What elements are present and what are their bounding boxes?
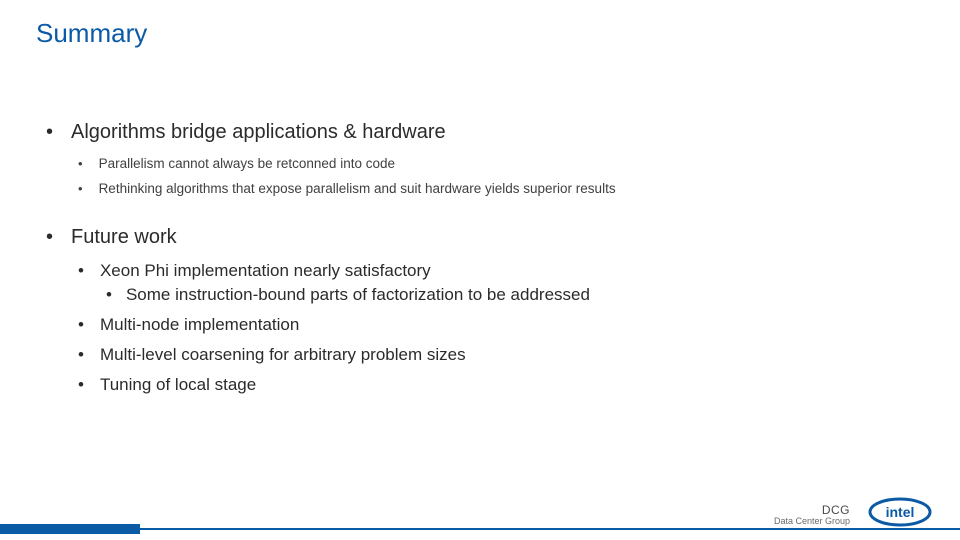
bullet-list-level2: • Parallelism cannot always be retconned…: [46, 156, 924, 196]
point-label: Algorithms bridge applications & hardwar…: [71, 121, 446, 144]
slide-title: Summary: [36, 18, 924, 49]
footer-accent-bar: [0, 524, 140, 534]
bullet-dot: •: [78, 181, 83, 196]
slide: Summary • Algorithms bridge applications…: [0, 0, 960, 540]
subpoint: • Xeon Phi implementation nearly satisfa…: [78, 261, 924, 305]
subpoint-label: Multi-node implementation: [100, 315, 299, 335]
footer-fullname: Data Center Group: [774, 517, 850, 526]
spacer: [46, 206, 924, 220]
bullet-dot: •: [78, 315, 84, 335]
footer: DCG Data Center Group intel: [0, 506, 960, 540]
subpoint: • Rethinking algorithms that expose para…: [78, 181, 924, 196]
point-label: Future work: [71, 226, 177, 249]
subsubpoint: • Some instruction-bound parts of factor…: [106, 285, 924, 305]
bullet-dot: •: [106, 285, 112, 305]
subpoint: • Multi-level coarsening for arbitrary p…: [78, 345, 924, 365]
intel-logo-icon: intel: [868, 496, 932, 528]
footer-group-label: DCG Data Center Group: [774, 504, 850, 526]
subpoint-label: Xeon Phi implementation nearly satisfact…: [100, 261, 431, 281]
subsubpoint-label: Some instruction-bound parts of factoriz…: [126, 285, 590, 305]
footer-divider-line: [140, 528, 960, 530]
bullet-dot: •: [78, 156, 83, 171]
subpoint-label: Multi-level coarsening for arbitrary pro…: [100, 345, 466, 365]
bullet-list-level2: • Xeon Phi implementation nearly satisfa…: [46, 261, 924, 395]
bullet-list-level3: • Some instruction-bound parts of factor…: [78, 285, 924, 305]
subpoint-label: Tuning of local stage: [100, 375, 256, 395]
bullet-dot: •: [78, 375, 84, 395]
subpoint: • Parallelism cannot always be retconned…: [78, 156, 924, 171]
bullet-list-level1: • Algorithms bridge applications & hardw…: [36, 121, 924, 395]
subpoint: • Tuning of local stage: [78, 375, 924, 395]
logo-text: intel: [886, 504, 915, 520]
footer-acronym: DCG: [774, 504, 850, 517]
bullet-dot: •: [78, 345, 84, 365]
subpoint-label: Rethinking algorithms that expose parall…: [99, 181, 616, 196]
bullet-dot: •: [46, 121, 53, 144]
point-algorithms: • Algorithms bridge applications & hardw…: [46, 121, 924, 196]
subpoint: • Multi-node implementation: [78, 315, 924, 335]
bullet-dot: •: [78, 261, 84, 281]
point-future-work: • Future work • Xeon Phi implementation …: [46, 226, 924, 395]
bullet-dot: •: [46, 226, 53, 249]
subpoint-label: Parallelism cannot always be retconned i…: [99, 156, 395, 171]
